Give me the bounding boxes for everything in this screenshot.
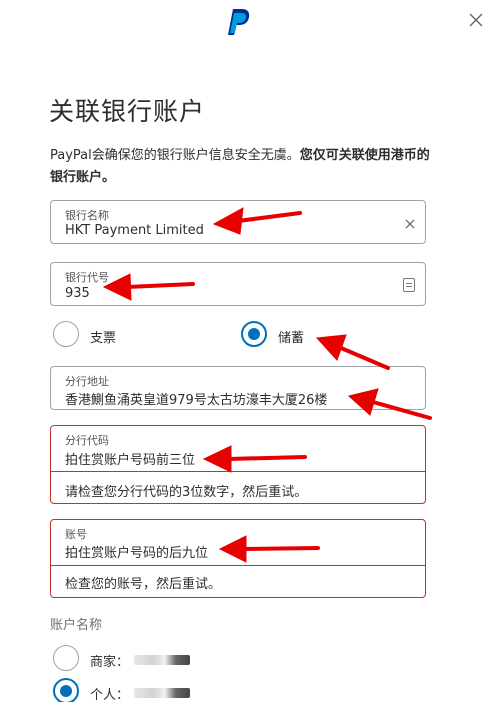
header	[0, 0, 503, 60]
business-label: 商家：	[90, 655, 130, 670]
account-number-value[interactable]: 拍住赏账户号码的后九位	[65, 542, 208, 561]
savings-radio[interactable]	[241, 321, 267, 347]
branch-code-error: 请检查您分行代码的3位数字，然后重试。	[65, 485, 308, 500]
personal-radio[interactable]	[53, 678, 79, 702]
personal-label: 个人：	[90, 688, 130, 702]
bank-code-field[interactable]: 银行代号 935	[50, 262, 426, 306]
account-number-error: 检查您的账号，然后重试。	[65, 577, 222, 592]
account-number-label: 账号	[65, 528, 87, 541]
checking-radio[interactable]	[53, 321, 79, 347]
account-number-field[interactable]: 账号 拍住赏账户号码的后九位 检查您的账号，然后重试。	[50, 519, 426, 598]
branch-code-value[interactable]: 拍住赏账户号码前三位	[65, 449, 195, 468]
bank-code-value[interactable]: 935	[65, 286, 90, 301]
bank-name-value[interactable]: HKT Payment Limited	[65, 223, 204, 238]
intro-normal: PayPal会确保您的银行账户信息安全无虞。	[50, 148, 300, 163]
savings-label: 储蓄	[278, 331, 305, 346]
clear-icon[interactable]	[405, 219, 415, 229]
card-icon	[403, 278, 415, 292]
bank-code-label: 银行代号	[65, 271, 109, 284]
branch-address-value[interactable]: 香港鰂鱼涌英皇道979号太古坊濠丰大厦26楼	[65, 389, 327, 408]
redacted-name	[134, 655, 190, 665]
intro-text: PayPal会确保您的银行账户信息安全无虞。您仅可关联使用港币的银行账户。	[50, 145, 440, 189]
error-divider	[51, 471, 425, 472]
close-icon[interactable]	[466, 10, 486, 30]
redacted-name	[134, 688, 190, 698]
paypal-logo-icon	[228, 9, 250, 35]
branch-code-field[interactable]: 分行代码 拍住赏账户号码前三位 请检查您分行代码的3位数字，然后重试。	[50, 425, 426, 504]
bank-name-label: 银行名称	[65, 209, 109, 222]
arrow-savings	[315, 334, 390, 370]
checking-label: 支票	[90, 331, 117, 346]
business-radio[interactable]	[53, 645, 79, 671]
branch-address-label: 分行地址	[65, 375, 109, 388]
page-title: 关联银行账户	[49, 97, 206, 126]
account-name-label: 账户名称	[50, 618, 103, 633]
error-divider	[51, 565, 425, 566]
branch-address-field[interactable]: 分行地址 香港鰂鱼涌英皇道979号太古坊濠丰大厦26楼	[50, 366, 426, 410]
branch-code-label: 分行代码	[65, 434, 109, 447]
bank-name-field[interactable]: 银行名称 HKT Payment Limited	[50, 200, 426, 244]
